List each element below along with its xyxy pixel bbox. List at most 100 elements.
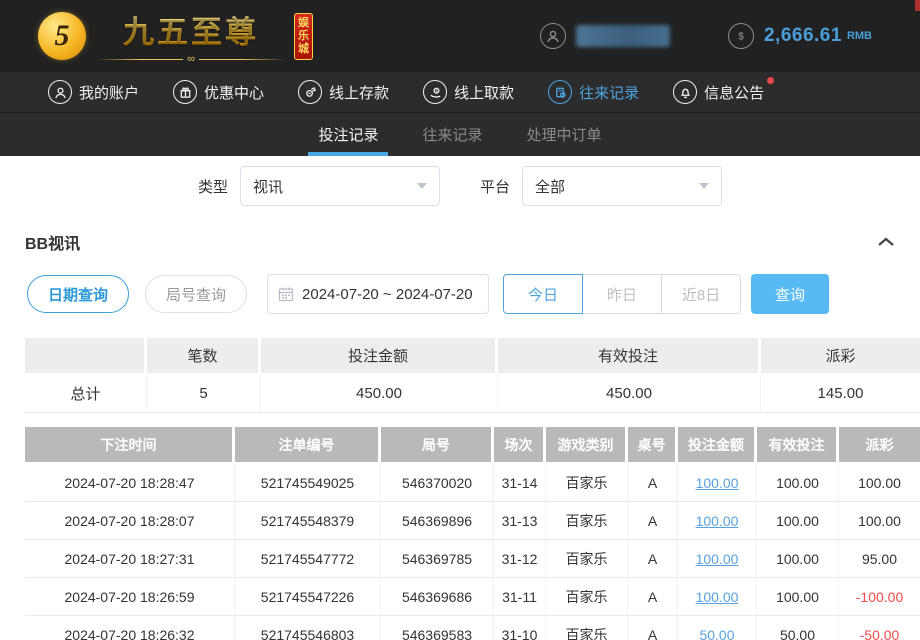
cell-text: 2024-07-20 18:26:32 (25, 616, 235, 640)
cell-bet-amount: 50.00 (678, 616, 757, 640)
summary-total-cell: 总计 (25, 375, 147, 413)
cell-text: 100.00 (757, 502, 839, 540)
cell-text: 百家乐 (546, 616, 628, 640)
summary-header-cell: 笔数 (147, 338, 261, 375)
cell-text: 31-11 (494, 578, 546, 616)
cell-payout: 95.00 (839, 540, 920, 578)
cell-text: 2024-07-20 18:28:07 (25, 502, 235, 540)
bet-header-cell: 场次 (494, 427, 546, 464)
logo-flourish: ∞ (96, 53, 286, 65)
bet-header-cell: 下注时间 (25, 427, 235, 464)
chevron-up-icon (877, 237, 895, 247)
brand-logo[interactable]: 5 九五至尊 ∞ 娱 乐 城 (38, 7, 313, 65)
chevron-down-icon (699, 183, 709, 189)
balance[interactable]: $ 2,666.61 RMB (728, 23, 872, 49)
date-range-input[interactable]: 2024-07-20 ~ 2024-07-20 (267, 274, 489, 314)
bet-header-cell: 派彩 (839, 427, 920, 464)
cell-text: 546369583 (381, 616, 494, 640)
nav-item-my-account[interactable]: 我的账户 (48, 80, 139, 104)
bet-amount-link[interactable]: 100.00 (696, 589, 739, 605)
cell-bet-amount: 100.00 (678, 578, 757, 616)
brand-sub-badge: 娱 乐 城 (294, 13, 313, 60)
bet-header-cell: 局号 (381, 427, 494, 464)
summary-header-row: 笔数投注金额有效投注派彩 (25, 338, 920, 375)
cell-text: 百家乐 (546, 540, 628, 578)
bet-header-row: 下注时间注单编号局号场次游戏类别桌号投注金额有效投注派彩 (25, 427, 920, 464)
bet-header-cell: 桌号 (628, 427, 678, 464)
cell-text: 546369686 (381, 578, 494, 616)
account-user[interactable] (540, 23, 670, 49)
collapse-section-button[interactable] (877, 237, 895, 247)
notification-red-dot (767, 77, 774, 84)
bet-header-cell: 注单编号 (235, 427, 381, 464)
nav-item-withdraw[interactable]: $ 线上取款 (423, 80, 514, 104)
balance-amount: 2,666.61 (764, 25, 842, 47)
tab-pending-orders[interactable]: 处理中订单 (523, 113, 606, 156)
cell-text: 100.00 (757, 578, 839, 616)
bell-icon (673, 80, 697, 104)
record-tabs: 投注记录 往来记录 处理中订单 (0, 112, 920, 156)
bet-header-cell: 有效投注 (757, 427, 839, 464)
nav-item-promotions[interactable]: 优惠中心 (173, 80, 264, 104)
withdraw-icon: $ (423, 80, 447, 104)
yesterday-button[interactable]: 昨日 (582, 274, 662, 314)
nav-item-deposit[interactable]: 线上存款 (298, 80, 389, 104)
bet-amount-link[interactable]: 100.00 (696, 475, 739, 491)
bet-table-row: 2024-07-20 18:28:47521745549025546370020… (25, 464, 920, 502)
calendar-icon (278, 286, 294, 302)
cell-text: 521745549025 (235, 464, 381, 502)
svg-text:$: $ (435, 88, 438, 93)
user-avatar-icon (540, 23, 566, 49)
bet-table-row: 2024-07-20 18:28:07521745548379546369896… (25, 502, 920, 540)
coin-dollar-icon: $ (728, 23, 754, 49)
bet-amount-link[interactable]: 100.00 (696, 513, 739, 529)
bet-amount-link[interactable]: 100.00 (696, 551, 739, 567)
query-controls: 日期查询 局号查询 2024-07-20 ~ 2024-07-20 今日 昨日 … (27, 274, 895, 314)
summary-total-row: 总计5450.00450.00145.00 (25, 375, 920, 413)
tab-bet-records[interactable]: 投注记录 (314, 113, 382, 156)
records-icon (548, 80, 572, 104)
cell-text: A (628, 578, 678, 616)
cell-text: A (628, 540, 678, 578)
cell-bet-amount: 100.00 (678, 464, 757, 502)
cell-text: A (628, 502, 678, 540)
quick-range-group: 今日 昨日 近8日 (503, 274, 741, 314)
main-nav: 我的账户 优惠中心 线上存款 $ 线上取款 往来记录 信息公告 (0, 72, 920, 112)
round-query-button[interactable]: 局号查询 (145, 275, 247, 313)
cell-text: 546370020 (381, 464, 494, 502)
summary-total-cell: 145.00 (761, 375, 920, 413)
last-8-days-button[interactable]: 近8日 (661, 274, 741, 314)
summary-total-cell: 5 (147, 375, 261, 413)
cell-text: 100.00 (757, 540, 839, 578)
cell-text: 546369785 (381, 540, 494, 578)
cell-bet-amount: 100.00 (678, 540, 757, 578)
tab-transaction-records[interactable]: 往来记录 (418, 113, 486, 156)
date-query-button[interactable]: 日期查询 (27, 275, 129, 313)
cell-text: 百家乐 (546, 464, 628, 502)
section-title: BB视讯 (25, 230, 80, 254)
summary-header-cell (25, 338, 147, 375)
cell-payout: 100.00 (839, 502, 920, 540)
top-header: 5 九五至尊 ∞ 娱 乐 城 $ 2,666.61 RMB (0, 0, 920, 72)
platform-select[interactable]: 全部 (522, 166, 722, 206)
nav-item-announcements[interactable]: 信息公告 (673, 80, 764, 104)
cell-text: 521745547772 (235, 540, 381, 578)
search-button[interactable]: 查询 (751, 274, 829, 314)
summary-total-cell: 450.00 (261, 375, 498, 413)
cell-text: 百家乐 (546, 502, 628, 540)
cell-bet-amount: 100.00 (678, 502, 757, 540)
cell-text: 2024-07-20 18:28:47 (25, 464, 235, 502)
bet-table-row: 2024-07-20 18:26:59521745547226546369686… (25, 578, 920, 616)
summary-header-cell: 投注金额 (261, 338, 498, 375)
cell-text: A (628, 464, 678, 502)
bet-table-row: 2024-07-20 18:26:32521745546803546369583… (25, 616, 920, 640)
username-redacted (576, 25, 670, 47)
nav-item-transaction-records[interactable]: 往来记录 (548, 80, 639, 104)
cell-text: 百家乐 (546, 578, 628, 616)
balance-currency: RMB (847, 30, 872, 42)
type-select[interactable]: 视讯 (240, 166, 440, 206)
cell-payout: 100.00 (839, 464, 920, 502)
bet-amount-link[interactable]: 50.00 (699, 627, 734, 640)
today-button[interactable]: 今日 (503, 274, 583, 314)
cell-text: 521745546803 (235, 616, 381, 640)
